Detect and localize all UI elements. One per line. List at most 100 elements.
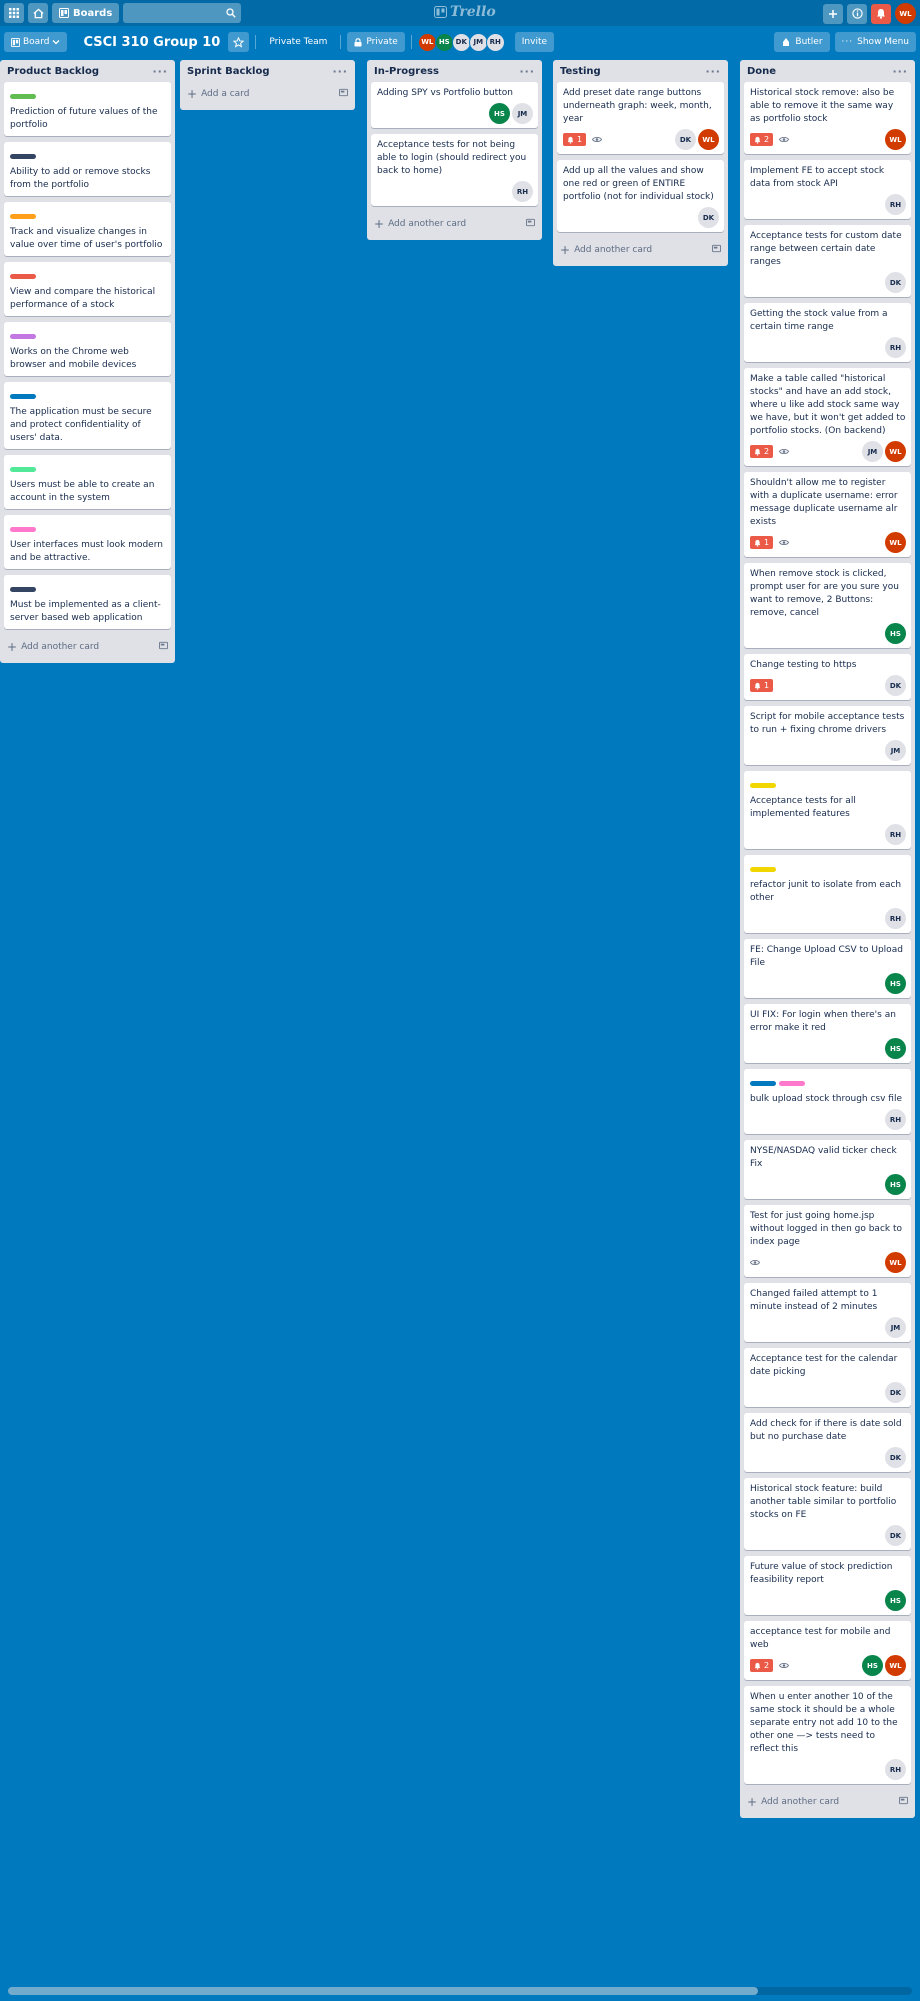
card-template-icon[interactable] bbox=[899, 1796, 908, 1808]
card-label[interactable] bbox=[10, 154, 36, 159]
info-icon[interactable] bbox=[847, 3, 867, 24]
add-card-button[interactable]: + Add another card bbox=[557, 238, 724, 262]
member-avatar[interactable]: DK bbox=[885, 1525, 906, 1546]
card[interactable]: Prediction of future values of the portf… bbox=[4, 82, 171, 136]
search-input[interactable] bbox=[123, 3, 242, 23]
member-avatar[interactable]: JM bbox=[468, 32, 488, 52]
card[interactable]: Acceptance test for the calendar date pi… bbox=[744, 1348, 911, 1407]
member-avatar[interactable]: JM bbox=[885, 1317, 906, 1338]
member-avatar[interactable]: WL bbox=[885, 1252, 906, 1273]
member-avatar[interactable]: RH bbox=[485, 32, 505, 52]
member-avatar[interactable]: HS bbox=[885, 1174, 906, 1195]
card[interactable]: Add up all the values and show one red o… bbox=[557, 160, 724, 232]
card[interactable]: When u enter another 10 of the same stoc… bbox=[744, 1686, 911, 1784]
card[interactable]: The application must be secure and prote… bbox=[4, 382, 171, 449]
member-avatar[interactable]: WL bbox=[885, 1655, 906, 1676]
card-label[interactable] bbox=[10, 467, 36, 472]
member-avatar[interactable]: HS bbox=[434, 32, 454, 52]
card[interactable]: Test for just going home.jsp without log… bbox=[744, 1205, 911, 1277]
card[interactable]: bulk upload stock through csv file RH bbox=[744, 1069, 911, 1134]
member-avatar[interactable]: JM bbox=[862, 441, 883, 462]
invite-button[interactable]: Invite bbox=[514, 32, 555, 52]
member-avatar[interactable]: RH bbox=[885, 1759, 906, 1780]
card[interactable]: Acceptance tests for custom date range b… bbox=[744, 225, 911, 297]
boards-button[interactable]: Boards bbox=[52, 3, 120, 23]
card-label[interactable] bbox=[750, 867, 776, 872]
user-avatar[interactable]: WL bbox=[895, 3, 916, 24]
home-icon[interactable] bbox=[28, 3, 48, 23]
card[interactable]: Users must be able to create an account … bbox=[4, 455, 171, 509]
member-avatar[interactable]: DK bbox=[885, 1447, 906, 1468]
card[interactable]: Add preset date range buttons underneath… bbox=[557, 82, 724, 154]
card[interactable]: Acceptance tests for all implemented fea… bbox=[744, 771, 911, 849]
card[interactable]: Script for mobile acceptance tests to ru… bbox=[744, 706, 911, 765]
star-button[interactable] bbox=[228, 32, 250, 52]
card[interactable]: When remove stock is clicked, prompt use… bbox=[744, 563, 911, 648]
card-label[interactable] bbox=[779, 1081, 805, 1086]
list-menu-icon[interactable]: ··· bbox=[705, 65, 721, 78]
horizontal-scrollbar[interactable] bbox=[8, 1987, 912, 1995]
member-avatar[interactable]: RH bbox=[885, 194, 906, 215]
member-avatar[interactable]: HS bbox=[885, 623, 906, 644]
card-label[interactable] bbox=[750, 1081, 776, 1086]
list-menu-icon[interactable]: ··· bbox=[332, 65, 348, 78]
member-avatar[interactable]: RH bbox=[512, 181, 533, 202]
card[interactable]: acceptance test for mobile and web 2 HS WL bbox=[744, 1621, 911, 1680]
card[interactable]: Ability to add or remove stocks from the… bbox=[4, 142, 171, 196]
trello-logo[interactable]: Trello bbox=[434, 4, 496, 20]
card-label[interactable] bbox=[10, 214, 36, 219]
add-card-button[interactable]: + Add another card bbox=[4, 635, 171, 659]
list-menu-icon[interactable]: ··· bbox=[152, 65, 168, 78]
member-avatar[interactable]: HS bbox=[885, 973, 906, 994]
notification-bell-icon[interactable] bbox=[871, 3, 891, 24]
member-avatar[interactable]: WL bbox=[417, 32, 437, 52]
member-avatar[interactable]: DK bbox=[885, 1382, 906, 1403]
list-title[interactable]: In-Progress bbox=[374, 66, 439, 77]
card-template-icon[interactable] bbox=[339, 88, 348, 100]
member-avatar[interactable]: DK bbox=[885, 272, 906, 293]
card[interactable]: Future value of stock prediction feasibi… bbox=[744, 1556, 911, 1615]
card[interactable]: Changed failed attempt to 1 minute inste… bbox=[744, 1283, 911, 1342]
member-avatar[interactable]: DK bbox=[698, 207, 719, 228]
butler-button[interactable]: Butler bbox=[774, 32, 830, 52]
list-title[interactable]: Product Backlog bbox=[7, 66, 99, 77]
card[interactable]: Getting the stock value from a certain t… bbox=[744, 303, 911, 362]
member-avatar[interactable]: RH bbox=[885, 824, 906, 845]
add-card-button[interactable]: + Add a card bbox=[184, 82, 351, 106]
card[interactable]: FE: Change Upload CSV to Upload File HS bbox=[744, 939, 911, 998]
card[interactable]: Must be implemented as a client-server b… bbox=[4, 575, 171, 629]
member-avatar[interactable]: HS bbox=[862, 1655, 883, 1676]
card[interactable]: refactor junit to isolate from each othe… bbox=[744, 855, 911, 933]
team-button[interactable]: Private Team bbox=[262, 32, 334, 52]
card[interactable]: Implement FE to accept stock data from s… bbox=[744, 160, 911, 219]
card[interactable]: Track and visualize changes in value ove… bbox=[4, 202, 171, 256]
card-template-icon[interactable] bbox=[159, 641, 168, 653]
card[interactable]: Make a table called "historical stocks" … bbox=[744, 368, 911, 466]
card-label[interactable] bbox=[10, 274, 36, 279]
member-avatar[interactable]: JM bbox=[512, 103, 533, 124]
member-avatar[interactable]: WL bbox=[885, 532, 906, 553]
list-title[interactable]: Testing bbox=[560, 66, 601, 77]
card-label[interactable] bbox=[750, 783, 776, 788]
member-avatar[interactable]: RH bbox=[885, 1109, 906, 1130]
card-label[interactable] bbox=[10, 334, 36, 339]
card-template-icon[interactable] bbox=[526, 218, 535, 230]
visibility-button[interactable]: Private bbox=[347, 32, 405, 52]
card[interactable]: Change testing to https 1 DK bbox=[744, 654, 911, 700]
card-label[interactable] bbox=[10, 94, 36, 99]
member-avatar[interactable]: HS bbox=[489, 103, 510, 124]
member-avatar[interactable]: WL bbox=[885, 441, 906, 462]
show-menu-button[interactable]: ··· Show Menu bbox=[834, 32, 916, 52]
create-plus-icon[interactable] bbox=[823, 3, 843, 24]
member-avatar[interactable]: HS bbox=[885, 1038, 906, 1059]
add-card-button[interactable]: + Add another card bbox=[744, 1790, 911, 1814]
member-avatar[interactable]: DK bbox=[675, 129, 696, 150]
scrollbar-thumb[interactable] bbox=[8, 1987, 758, 1995]
card[interactable]: Works on the Chrome web browser and mobi… bbox=[4, 322, 171, 376]
add-card-button[interactable]: + Add another card bbox=[371, 212, 538, 236]
apps-grid-icon[interactable] bbox=[4, 3, 24, 23]
card[interactable]: View and compare the historical performa… bbox=[4, 262, 171, 316]
list-menu-icon[interactable]: ··· bbox=[519, 65, 535, 78]
card[interactable]: NYSE/NASDAQ valid ticker check Fix HS bbox=[744, 1140, 911, 1199]
card[interactable]: Add check for if there is date sold but … bbox=[744, 1413, 911, 1472]
